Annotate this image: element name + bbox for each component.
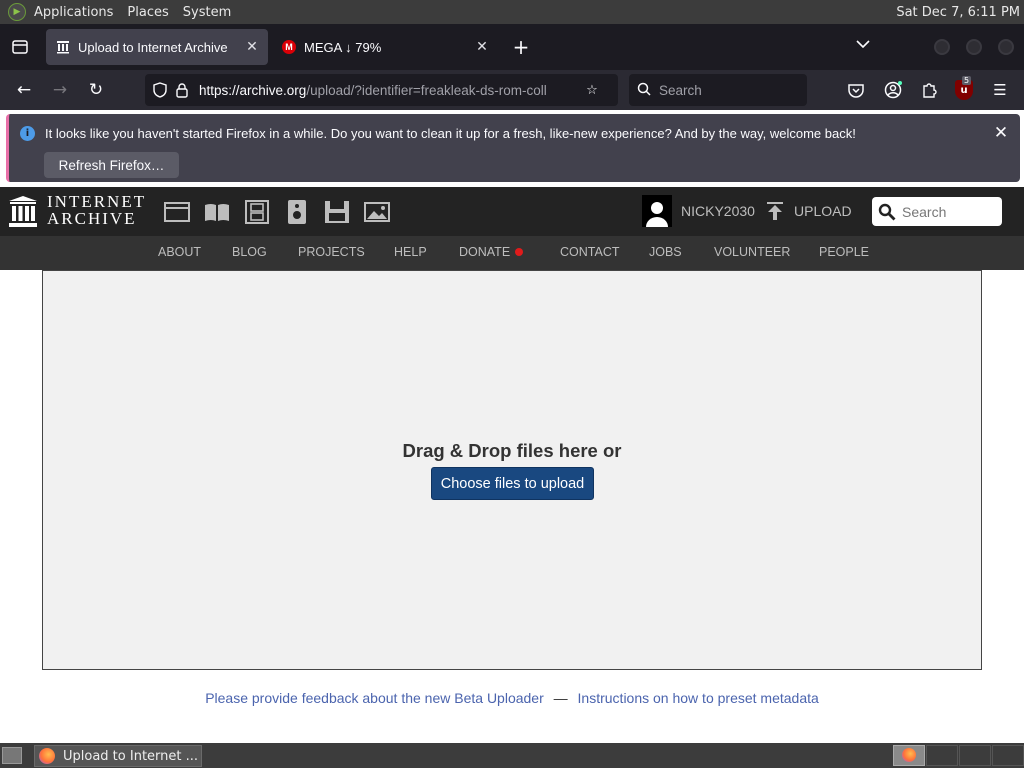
upload-drop-zone[interactable]: Drag & Drop files here or Choose files t… xyxy=(42,270,982,670)
software-icon[interactable] xyxy=(324,200,350,224)
nav-donate[interactable]: DONATE xyxy=(459,245,510,259)
tab-upload-internet-archive[interactable]: Upload to Internet Archive ✕ xyxy=(46,29,268,65)
minimize-window-button[interactable] xyxy=(934,39,950,55)
choose-files-button[interactable]: Choose files to upload xyxy=(431,467,594,500)
archive-favicon-icon xyxy=(56,40,70,54)
refresh-firefox-button[interactable]: Refresh Firefox… xyxy=(44,152,179,178)
internet-archive-logo-text[interactable]: INTERNET ARCHIVE xyxy=(47,193,146,227)
lock-icon[interactable] xyxy=(171,79,193,101)
nav-projects[interactable]: PROJECTS xyxy=(298,245,365,259)
back-arrow-icon[interactable]: ← xyxy=(12,78,36,102)
tab-title: Upload to Internet Archive xyxy=(78,39,228,55)
internet-archive-header: INTERNET ARCHIVE xyxy=(0,187,1024,236)
mega-favicon-icon: M xyxy=(282,40,296,54)
internet-archive-logo-icon[interactable] xyxy=(9,196,37,227)
link-separator: — xyxy=(553,690,568,706)
applications-menu[interactable]: Applications xyxy=(34,5,113,20)
nav-help[interactable]: HELP xyxy=(394,245,427,259)
tracking-shield-icon[interactable] xyxy=(149,79,171,101)
notification-message: It looks like you haven't started Firefo… xyxy=(45,126,856,141)
nav-jobs[interactable]: JOBS xyxy=(649,245,682,259)
distro-logo-icon[interactable]: ▶ xyxy=(8,3,26,21)
clock[interactable]: Sat Dec 7, 6:11 PM xyxy=(896,5,1020,20)
close-window-button[interactable] xyxy=(998,39,1014,55)
workspace-4[interactable] xyxy=(992,745,1024,766)
bottom-taskbar: Upload to Internet ... xyxy=(0,743,1024,768)
username-link[interactable]: NICKY2030 xyxy=(681,203,755,219)
ia-search-input[interactable]: Search xyxy=(872,197,1002,226)
preset-metadata-instructions-link[interactable]: Instructions on how to preset metadata xyxy=(578,690,819,706)
maximize-window-button[interactable] xyxy=(966,39,982,55)
forward-arrow-icon[interactable]: → xyxy=(48,78,72,102)
nav-blog[interactable]: BLOG xyxy=(232,245,267,259)
nav-people[interactable]: PEOPLE xyxy=(819,245,869,259)
user-avatar[interactable] xyxy=(642,195,672,227)
close-tab-icon[interactable]: ✕ xyxy=(474,38,490,56)
tab-bar: Upload to Internet Archive ✕ M MEGA ↓ 79… xyxy=(0,24,1024,70)
system-menu[interactable]: System xyxy=(183,5,231,20)
images-icon[interactable] xyxy=(364,200,390,224)
browser-search-bar[interactable]: Search xyxy=(629,74,807,106)
extensions-puzzle-icon[interactable] xyxy=(917,78,941,102)
url-text[interactable]: https://archive.org/upload/?identifier=f… xyxy=(199,83,577,98)
hamburger-menu-icon[interactable]: ☰ xyxy=(988,78,1012,102)
account-icon[interactable] xyxy=(881,78,905,102)
firefox-icon xyxy=(39,748,55,764)
ia-search-placeholder: Search xyxy=(902,203,947,220)
search-icon xyxy=(637,81,653,100)
nav-about[interactable]: ABOUT xyxy=(158,245,201,259)
reload-icon[interactable]: ↻ xyxy=(84,78,108,102)
ia-top-nav: ABOUT BLOG PROJECTS HELP DONATE CONTACT … xyxy=(0,236,1024,270)
upload-link[interactable]: UPLOAD xyxy=(794,203,852,219)
nav-contact[interactable]: CONTACT xyxy=(560,245,620,259)
search-placeholder: Search xyxy=(659,82,702,98)
tab-title: MEGA ↓ 79% xyxy=(304,39,382,55)
workspace-2[interactable] xyxy=(926,745,958,766)
pocket-icon[interactable] xyxy=(844,78,868,102)
drag-drop-text: Drag & Drop files here or xyxy=(402,440,622,461)
close-notification-icon[interactable]: ✕ xyxy=(991,123,1011,143)
audio-icon[interactable] xyxy=(284,200,310,224)
tab-mega[interactable]: M MEGA ↓ 79% ✕ xyxy=(272,29,498,65)
donate-indicator-dot xyxy=(515,248,523,256)
info-icon: i xyxy=(20,126,35,141)
texts-icon[interactable] xyxy=(204,200,230,224)
upload-icon[interactable] xyxy=(766,201,784,221)
navigation-toolbar: ← → ↻ https://archive.org/upload/?identi… xyxy=(0,70,1024,110)
taskbar-window-title: Upload to Internet ... xyxy=(63,748,199,764)
taskbar-window-firefox[interactable]: Upload to Internet ... xyxy=(34,745,202,767)
system-top-panel: ▶ Applications Places System Sat Dec 7, … xyxy=(0,0,1024,24)
ublock-count-badge: 5 xyxy=(962,76,972,85)
firefox-refresh-notification: i It looks like you haven't started Fire… xyxy=(6,114,1020,182)
uploader-footer-links: Please provide feedback about the new Be… xyxy=(0,690,1024,706)
nav-volunteer[interactable]: VOLUNTEER xyxy=(714,245,790,259)
workspace-1[interactable] xyxy=(893,745,925,766)
list-all-tabs-icon[interactable] xyxy=(856,36,870,52)
web-icon[interactable] xyxy=(164,200,190,224)
firefox-icon xyxy=(902,748,916,762)
show-desktop-icon[interactable] xyxy=(2,747,22,764)
feedback-link[interactable]: Please provide feedback about the new Be… xyxy=(205,690,544,706)
bookmark-star-icon[interactable]: ☆ xyxy=(581,79,603,101)
workspace-3[interactable] xyxy=(959,745,991,766)
url-bar[interactable]: https://archive.org/upload/?identifier=f… xyxy=(145,74,618,106)
close-tab-icon[interactable]: ✕ xyxy=(244,38,260,56)
video-icon[interactable] xyxy=(244,200,270,224)
places-menu[interactable]: Places xyxy=(127,5,168,20)
new-tab-icon[interactable]: + xyxy=(504,30,538,64)
firefox-view-icon[interactable] xyxy=(0,24,40,70)
search-icon xyxy=(878,203,896,220)
